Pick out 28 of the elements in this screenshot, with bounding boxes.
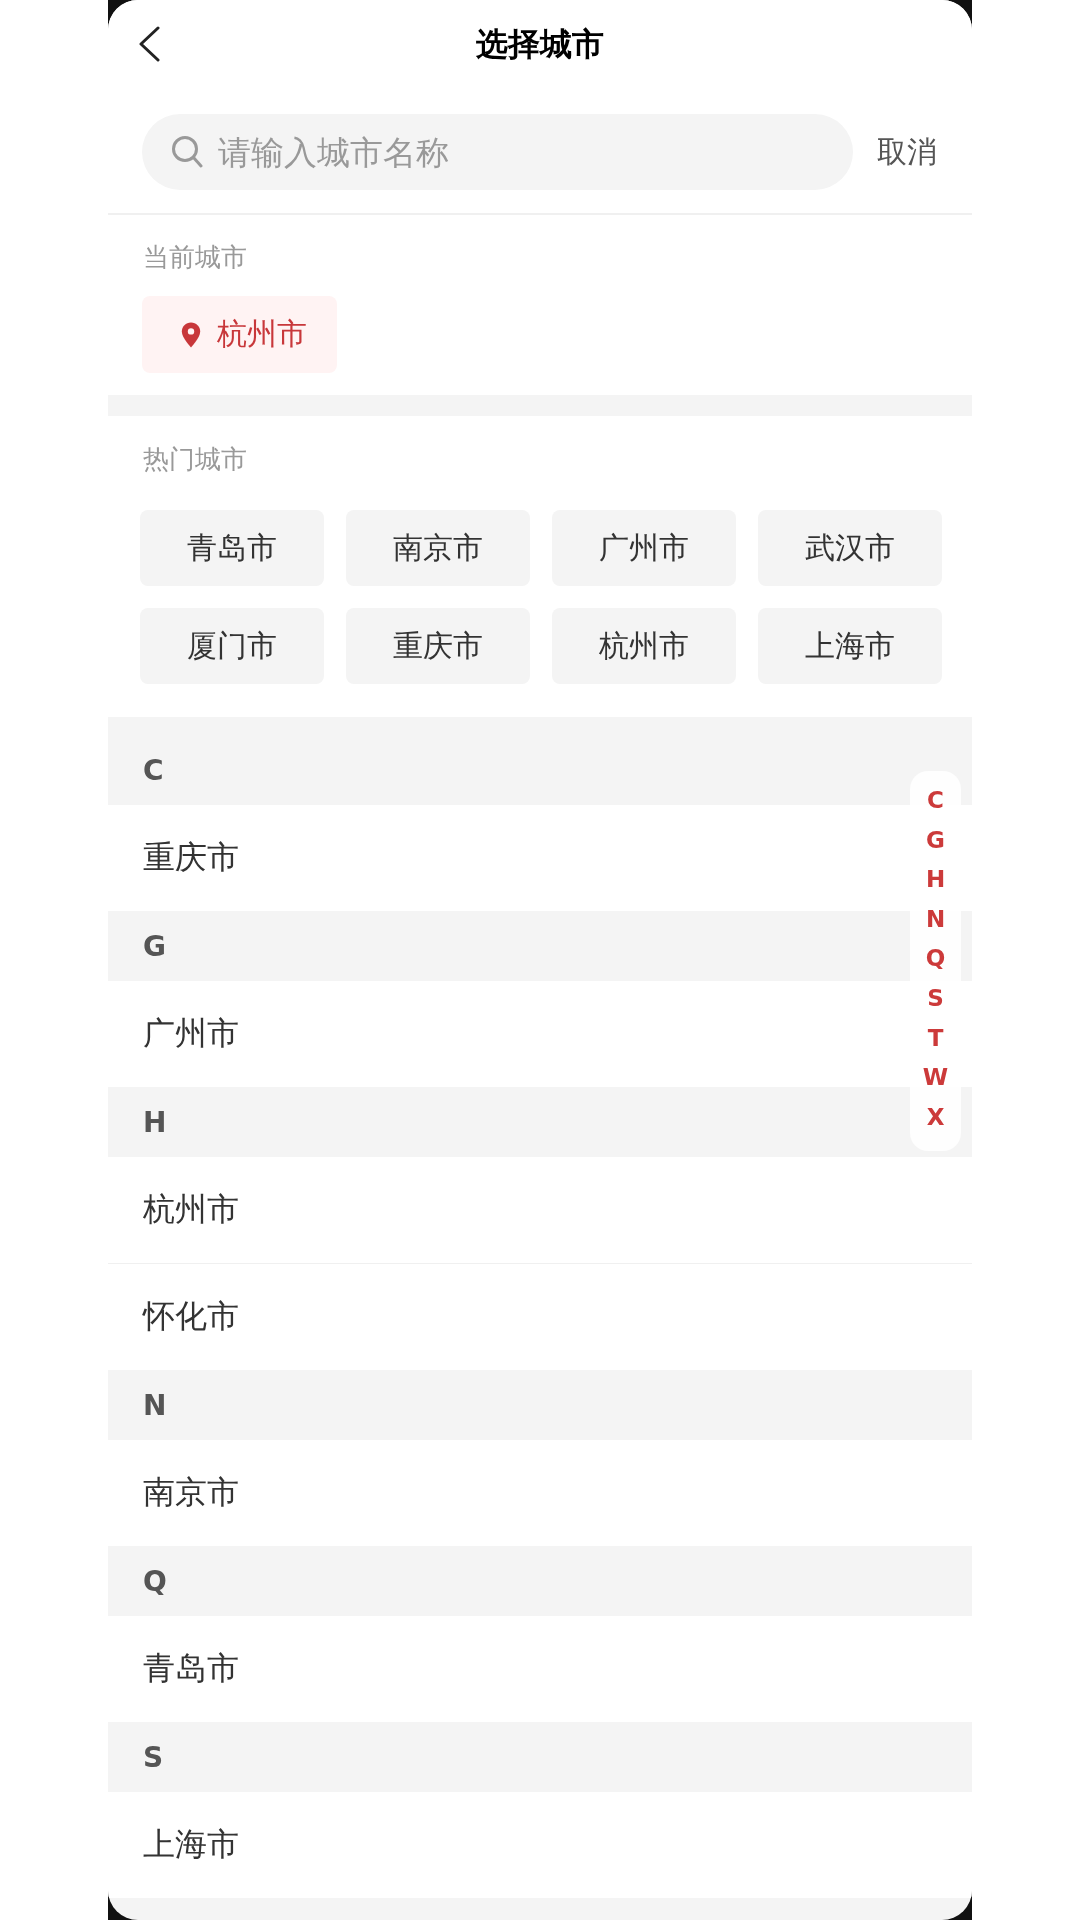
hot-city-button[interactable]: 重庆市: [346, 608, 530, 684]
index-letter[interactable]: S: [927, 978, 944, 1019]
city-list-item[interactable]: 杭州市: [108, 1157, 972, 1263]
section-label: 当前城市: [143, 242, 247, 272]
index-letter[interactable]: X: [926, 1097, 945, 1138]
section-label: 热门城市: [143, 444, 247, 474]
page-title: 选择城市: [476, 24, 604, 64]
search-icon: [171, 135, 203, 168]
city-list-item[interactable]: 青岛市: [108, 1616, 972, 1722]
city-list-item[interactable]: 南京市: [108, 1440, 972, 1546]
index-letter[interactable]: T: [927, 1018, 944, 1059]
index-letter[interactable]: H: [925, 860, 946, 900]
hot-city-button[interactable]: 南京市: [346, 510, 530, 586]
hot-city-button[interactable]: 杭州市: [552, 608, 736, 684]
index-letter[interactable]: Q: [925, 939, 946, 979]
hot-city-button[interactable]: 厦门市: [140, 608, 324, 684]
city-list-item[interactable]: 上海市: [108, 1792, 972, 1898]
location-pin-icon: [181, 321, 201, 348]
index-letter[interactable]: G: [926, 820, 945, 861]
hot-city-button[interactable]: 广州市: [552, 510, 736, 586]
hot-city-button[interactable]: 上海市: [758, 608, 942, 684]
back-icon[interactable]: [138, 26, 160, 62]
cancel-button[interactable]: 取消: [873, 132, 941, 172]
current-city-button[interactable]: 杭州市: [142, 296, 337, 373]
hot-city-button[interactable]: 青岛市: [140, 510, 324, 586]
city-list-item[interactable]: 怀化市: [108, 1264, 972, 1370]
hot-city-button[interactable]: 武汉市: [758, 510, 942, 586]
search-field[interactable]: 请输入城市名称: [142, 114, 853, 190]
